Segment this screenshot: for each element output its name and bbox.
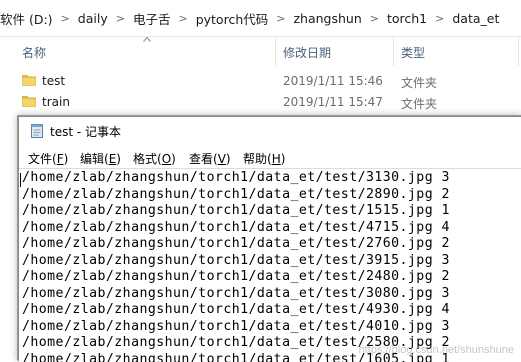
breadcrumb-item[interactable]: 电子舌 [133,9,175,28]
file-row-test[interactable]: test 2019/1/11 15:46 文件夹 [0,70,521,92]
sort-up-icon [143,36,151,42]
text-line: /home/zlab/zhangshun/torch1/data_et/test… [22,203,450,220]
file-name: test [42,74,65,88]
breadcrumb-item[interactable]: daily [78,11,112,26]
notepad-icon [30,123,44,138]
text-line: /home/zlab/zhangshun/torch1/data_et/test… [22,253,450,270]
text-editor[interactable]: /home/zlab/zhangshun/torch1/data_et/test… [19,168,521,362]
watermark: https://blog.csdn.net/shunshune [359,344,514,356]
text-line: /home/zlab/zhangshun/torch1/data_et/test… [22,319,450,336]
menu-edit[interactable]: 编辑(E) [80,150,121,167]
menu-format[interactable]: 格式(O) [133,150,176,167]
menu-view[interactable]: 查看(V) [189,150,231,167]
chevron-right-icon[interactable]: > [112,12,133,25]
menu-help[interactable]: 帮助(H) [243,150,285,167]
text-line: /home/zlab/zhangshun/torch1/data_et/test… [22,220,450,237]
chevron-right-icon[interactable]: > [431,12,452,25]
text-line: /home/zlab/zhangshun/torch1/data_et/test… [22,269,450,286]
text-line: /home/zlab/zhangshun/torch1/data_et/test… [22,170,450,187]
breadcrumb-item[interactable]: data_et [452,11,503,26]
file-type: 文件夹 [401,74,437,91]
file-type: 文件夹 [401,95,437,112]
breadcrumb-item[interactable]: 软件 (D:) [0,9,57,28]
notepad-titlebar[interactable]: test - 记事本 [19,117,521,145]
file-row-train[interactable]: train 2019/1/11 15:47 文件夹 [0,91,521,113]
column-name-header[interactable]: 名称 [22,44,46,61]
chevron-right-icon[interactable]: > [174,12,195,25]
chevron-right-icon[interactable]: > [272,12,293,25]
folder-icon [22,95,36,107]
menu-bar: 文件(F) 编辑(E) 格式(O) 查看(V) 帮助(H) [19,146,521,168]
text-line: /home/zlab/zhangshun/torch1/data_et/test… [22,236,450,253]
file-date: 2019/1/11 15:46 [283,74,383,88]
column-header-row: 名称 修改日期 类型 [0,36,521,66]
text-line: /home/zlab/zhangshun/torch1/data_et/test… [22,187,450,204]
file-date: 2019/1/11 15:47 [283,95,383,109]
column-divider[interactable] [393,36,394,66]
breadcrumb-item[interactable]: torch1 [387,11,431,26]
column-divider[interactable] [518,36,519,66]
text-line: /home/zlab/zhangshun/torch1/data_et/test… [22,286,450,303]
text-caret [20,173,21,187]
breadcrumb-item[interactable]: zhangshun [293,11,365,26]
column-divider[interactable] [275,36,276,66]
column-type-header[interactable]: 类型 [401,44,425,61]
breadcrumb-item[interactable]: pytorch代码 [196,9,273,28]
chevron-right-icon[interactable]: > [57,12,78,25]
column-date-header[interactable]: 修改日期 [283,44,331,61]
notepad-window[interactable]: test - 记事本 文件(F) 编辑(E) 格式(O) 查看(V) 帮助(H)… [18,116,521,361]
file-name: train [42,95,70,109]
address-breadcrumb: 软件 (D:)>daily>电子舌>pytorch代码>zhangshun>to… [0,0,521,37]
text-line: /home/zlab/zhangshun/torch1/data_et/test… [22,302,450,319]
window-title: test - 记事本 [50,123,121,140]
chevron-right-icon[interactable]: > [366,12,387,25]
menu-file[interactable]: 文件(F) [28,150,68,167]
folder-icon [22,74,36,86]
